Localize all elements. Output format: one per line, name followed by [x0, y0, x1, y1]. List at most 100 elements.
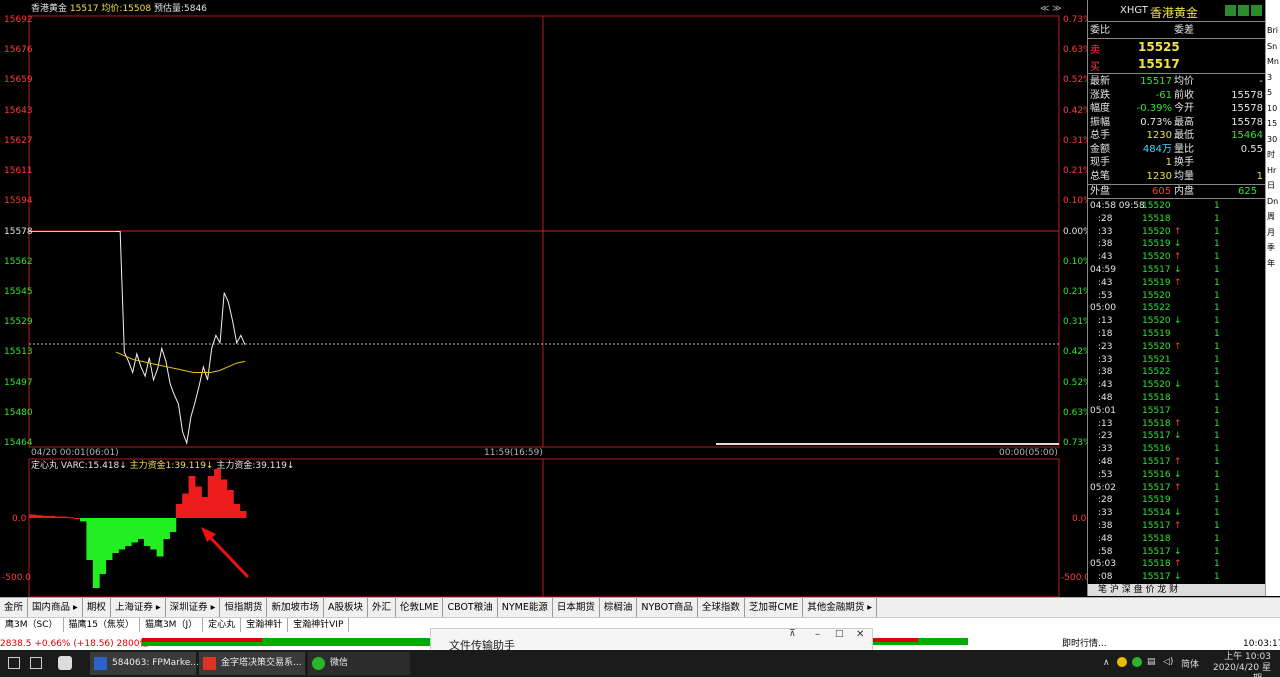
tick-volume: 1	[1214, 265, 1220, 275]
indicator-bar	[175, 504, 183, 518]
tray-wechat-icon[interactable]	[1132, 657, 1142, 667]
market-tab[interactable]: 恒指期货	[220, 598, 268, 617]
market-tab[interactable]: 伦敦LME	[396, 598, 444, 617]
tick-time: 04:59	[1090, 265, 1116, 275]
sell-price: 15525	[1138, 40, 1180, 54]
desktop-icon[interactable]	[30, 657, 42, 669]
market-tab[interactable]: 其他金融期货 ▸	[803, 598, 878, 617]
popup-maximize-icon[interactable]: □	[835, 629, 844, 639]
indicator-bar	[118, 518, 126, 550]
tick-price: 15520	[1142, 316, 1171, 327]
tray-network-icon[interactable]: ▤	[1147, 657, 1156, 667]
tray-ime-icon[interactable]: 简体	[1181, 657, 1199, 670]
intraday-chart[interactable]	[0, 0, 1087, 597]
y-tick-label: 15692	[4, 15, 33, 25]
sidebar-period[interactable]: 时	[1267, 150, 1275, 160]
tray-volume-icon[interactable]: ◁)	[1163, 657, 1173, 667]
sidebar-period[interactable]: 周	[1267, 212, 1275, 222]
quote-row-value2: 15578	[1231, 103, 1263, 114]
market-tab[interactable]: 全球指数	[698, 598, 745, 617]
market-tab[interactable]: 外汇	[368, 598, 396, 617]
market-tab[interactable]: NYME能源	[498, 598, 553, 617]
panel-button-a-icon[interactable]	[1225, 5, 1236, 16]
market-tab[interactable]: A股板块	[324, 598, 368, 617]
market-tab[interactable]: 芝加哥CME	[745, 598, 804, 617]
market-tab[interactable]: 新加坡市场	[267, 598, 324, 617]
indicator-bar	[111, 518, 119, 553]
realtime-quote-link[interactable]: 即时行情...	[1062, 638, 1107, 650]
market-tab[interactable]: 日本期货	[553, 598, 600, 617]
chart-nav-arrows[interactable]: ≪ ≫	[1040, 4, 1062, 15]
indicator-bar	[35, 515, 43, 518]
market-tab[interactable]: 期权	[83, 598, 111, 617]
indicator-tab[interactable]: 猫鹰15（焦炭）	[64, 618, 140, 632]
sidebar-period[interactable]: Bri	[1267, 26, 1278, 36]
sidebar-period[interactable]: 5	[1267, 88, 1272, 98]
taskbar-clock[interactable]: 上午 10:03 2020/4/20 星期一	[1209, 652, 1271, 677]
sidebar-period[interactable]: 季	[1267, 243, 1275, 253]
quote-title: XHGT 香港黄金	[1088, 0, 1266, 22]
popup-pin-icon[interactable]: ⊼	[789, 629, 796, 639]
tick-row: 05:00 15522 1	[1088, 302, 1266, 315]
indicator-tab[interactable]: 猫鹰3M（J）	[140, 618, 204, 632]
sidebar-period[interactable]: 15	[1267, 119, 1277, 129]
tick-arrow: ↑	[1174, 226, 1182, 237]
indicator-tab[interactable]: 宝瀚神针VIP	[288, 618, 350, 632]
taskbar-app-wechat[interactable]: 微信	[308, 652, 410, 675]
tick-row: 05:01 15517 1	[1088, 405, 1266, 418]
settings-icon[interactable]	[58, 656, 72, 670]
indicator-tab[interactable]: 鹰3M（SC）	[0, 618, 64, 632]
indicator-main2: 主力资金:39.119↓	[216, 461, 295, 471]
sidebar-period[interactable]: 日	[1267, 181, 1275, 191]
market-tab[interactable]: 国内商品 ▸	[28, 598, 83, 617]
tick-row: :13 15520 ↓ 1	[1088, 315, 1266, 328]
tick-row: 05:03 15518 ↑ 1	[1088, 558, 1266, 571]
tray-chevron-icon[interactable]: ∧	[1103, 658, 1110, 668]
sidebar-period[interactable]: 30	[1267, 135, 1277, 145]
task-view-icon[interactable]	[8, 657, 20, 669]
indicator-bar	[86, 518, 94, 560]
tick-row: :23 15517 ↓ 1	[1088, 430, 1266, 443]
quote-code: XHGT	[1120, 5, 1148, 16]
panel-button-b-icon[interactable]	[1238, 5, 1249, 16]
tick-time: :48	[1098, 457, 1113, 467]
sidebar-period[interactable]: Sn	[1267, 42, 1277, 52]
tick-volume: 1	[1214, 431, 1220, 442]
sidebar-period[interactable]: Hr	[1267, 166, 1276, 176]
tick-price: 15520	[1142, 252, 1171, 263]
tick-price: 15517	[1142, 405, 1171, 416]
market-tab[interactable]: 金所	[0, 598, 29, 617]
tick-tabs[interactable]: 笔 沪 深 盘 价 龙 财	[1088, 584, 1266, 596]
popup-minimize-icon[interactable]: –	[815, 629, 820, 640]
indicator-tab[interactable]: 宝瀚神针	[241, 618, 289, 632]
taskbar-app-fpmarkets[interactable]: 584063: FPMarke...	[90, 652, 199, 675]
quote-name: 香港黄金	[1150, 6, 1199, 20]
popup-close-icon[interactable]: ✕	[856, 629, 864, 640]
tick-time: :33	[1098, 226, 1113, 237]
sidebar-period[interactable]: Mn	[1267, 57, 1279, 67]
quote-row-label2: 最低	[1174, 130, 1194, 141]
inner-value: 625	[1238, 186, 1258, 197]
tick-time: :23	[1098, 431, 1113, 442]
indicator-tab[interactable]: 定心丸	[203, 618, 242, 632]
panel-button-c-icon[interactable]	[1251, 5, 1262, 16]
sidebar-period[interactable]: Dn	[1267, 197, 1278, 207]
sidebar-period[interactable]: 3	[1267, 73, 1272, 83]
tick-list[interactable]: 04:58 09:58 15520 1:28 15518 1:33 15520 ↑ 1:38 1…	[1088, 200, 1266, 584]
ind-tick-zero-left: 0.0	[12, 514, 27, 524]
sidebar-period[interactable]: 10	[1267, 104, 1277, 114]
status-area: 鹰3M（SC） 猫鹰15（焦炭） 猫鹰3M（J） 定心丸 宝瀚神针 宝瀚神针VIP 283…	[0, 617, 1280, 652]
y-tick-label: 15627	[4, 135, 33, 146]
tray-app-icon[interactable]	[1117, 657, 1127, 667]
chat-popup[interactable]: 文件传输助手 ⊼ – □ ✕	[430, 628, 873, 652]
market-tab[interactable]: 深圳证券 ▸	[166, 598, 221, 617]
market-tab[interactable]: NYBOT商品	[637, 598, 698, 617]
market-tabs: 金所 国内商品 ▸ 期权 上海证券 ▸ 深圳证券 ▸ 恒指期货 新加坡市场 A股板块 外汇 伦敦L…	[0, 597, 1280, 617]
taskbar-app-pyramid[interactable]: 金字塔决策交易系...	[199, 652, 305, 675]
market-tab[interactable]: 上海证券 ▸	[111, 598, 166, 617]
sidebar-period[interactable]: 年	[1267, 259, 1275, 269]
sidebar-period[interactable]: 月	[1267, 228, 1275, 238]
market-tab[interactable]: CBOT粮油	[443, 598, 498, 617]
tick-price: 15519	[1142, 277, 1171, 288]
market-tab[interactable]: 棕榈油	[600, 598, 638, 617]
